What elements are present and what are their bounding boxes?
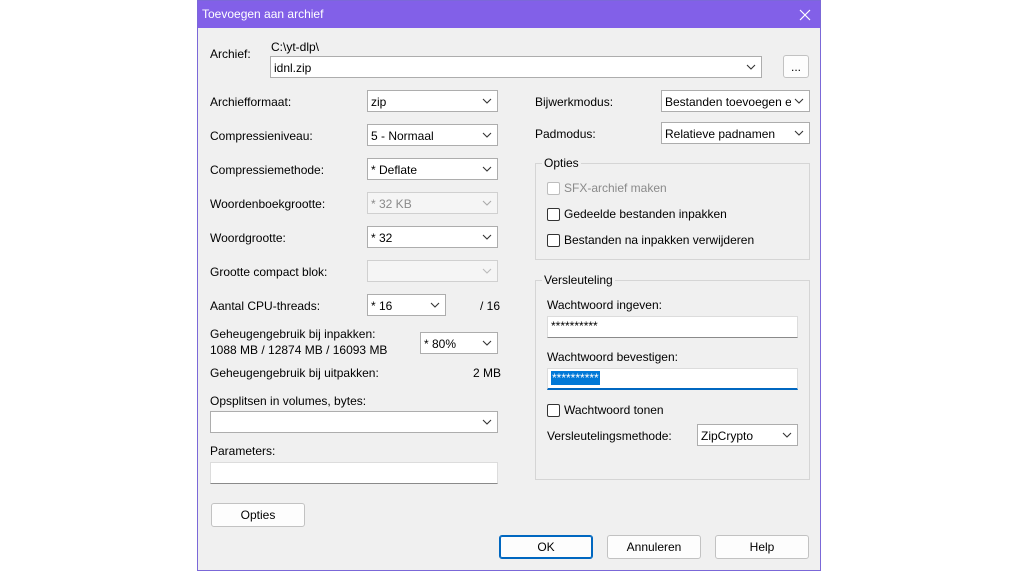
title-bar: Toevoegen aan archief (198, 1, 820, 28)
close-button[interactable] (790, 1, 820, 28)
format-value: zip (371, 95, 387, 109)
format-label: Archiefformaat: (210, 95, 292, 109)
encryption-method-value: ZipCrypto (701, 429, 754, 443)
word-combo[interactable]: * 32 (367, 226, 498, 248)
shared-files-checkbox[interactable]: Gedeelde bestanden inpakken (547, 207, 727, 221)
encryption-group-title: Versleuteling (542, 273, 615, 287)
path-mode-label: Padmodus: (535, 127, 596, 141)
chevron-down-icon (479, 333, 495, 353)
split-combo[interactable] (210, 411, 498, 433)
encryption-method-label: Versleutelingsmethode: (547, 429, 672, 443)
solid-combo[interactable] (367, 260, 498, 282)
chevron-down-icon (791, 123, 807, 143)
chevron-down-icon (791, 91, 807, 111)
show-password-checkbox[interactable]: Wachtwoord tonen (547, 403, 664, 417)
archive-label: Archief: (210, 47, 251, 61)
level-label: Compressieniveau: (210, 129, 313, 143)
options-group-title: Opties (542, 156, 581, 170)
params-label: Parameters: (210, 444, 276, 458)
chevron-down-icon (479, 91, 495, 111)
dict-value: * 32 KB (371, 197, 412, 211)
threads-value: * 16 (371, 299, 393, 313)
solid-label: Grootte compact blok: (210, 265, 328, 279)
chevron-down-icon (743, 57, 759, 77)
mem-pack-combo[interactable]: * 80% (420, 332, 498, 354)
format-combo[interactable]: zip (367, 90, 498, 112)
threads-max: / 16 (480, 299, 501, 313)
path-mode-value: Relatieve padnamen (665, 127, 776, 141)
sfx-label: SFX-archief maken (564, 181, 667, 195)
chevron-down-icon (479, 261, 495, 281)
options-button[interactable]: Opties (211, 503, 305, 527)
chevron-down-icon (479, 193, 495, 213)
mem-unpack-label: Geheugengebruik bij uitpakken: (210, 366, 379, 380)
delete-after-label: Bestanden na inpakken verwijderen (564, 233, 755, 247)
dict-combo[interactable]: * 32 KB (367, 192, 498, 214)
archive-path: C:\yt-dlp\ (271, 40, 320, 54)
chevron-down-icon (427, 295, 443, 315)
level-value: 5 - Normaal (371, 129, 434, 143)
cancel-button[interactable]: Annuleren (607, 535, 701, 559)
mem-pack-label: Geheugengebruik bij inpakken: (210, 327, 376, 341)
password-confirm-input[interactable]: ********** (547, 368, 798, 390)
level-combo[interactable]: 5 - Normaal (367, 124, 498, 146)
mem-pack-detail: 1088 MB / 12874 MB / 16093 MB (210, 343, 388, 357)
archive-name-combo[interactable]: idnl.zip (270, 56, 762, 78)
mem-pack-value: * 80% (424, 337, 457, 351)
password-value: ********** (551, 319, 598, 333)
chevron-down-icon (479, 227, 495, 247)
update-mode-value: Bestanden toevoegen en v (665, 95, 791, 109)
browse-button[interactable]: ... (783, 55, 809, 78)
dialog-title: Toevoegen aan archief (202, 7, 324, 21)
chevron-down-icon (479, 125, 495, 145)
dict-label: Woordenboekgrootte: (210, 197, 326, 211)
password-confirm-label: Wachtwoord bevestigen: (547, 350, 678, 364)
help-button[interactable]: Help (715, 535, 809, 559)
update-mode-label: Bijwerkmodus: (535, 95, 614, 109)
threads-combo[interactable]: * 16 (367, 294, 446, 316)
word-value: * 32 (371, 231, 393, 245)
password-confirm-value: ********** (551, 371, 600, 385)
show-password-label: Wachtwoord tonen (564, 403, 664, 417)
method-label: Compressiemethode: (210, 163, 325, 177)
threads-label: Aantal CPU-threads: (210, 299, 321, 313)
split-label: Opsplitsen in volumes, bytes: (210, 394, 367, 408)
update-mode-combo[interactable]: Bestanden toevoegen en v (661, 90, 810, 112)
method-combo[interactable]: * Deflate (367, 158, 498, 180)
ok-button[interactable]: OK (499, 535, 593, 559)
sfx-checkbox[interactable]: SFX-archief maken (547, 181, 667, 195)
chevron-down-icon (479, 159, 495, 179)
path-mode-combo[interactable]: Relatieve padnamen (661, 122, 810, 144)
method-value: * Deflate (371, 163, 418, 177)
add-to-archive-dialog: Toevoegen aan archief Archief: C:\yt-dlp… (197, 0, 821, 571)
mem-unpack-value: 2 MB (473, 366, 502, 380)
password-input[interactable]: ********** (547, 316, 798, 338)
chevron-down-icon (779, 425, 795, 445)
encryption-method-combo[interactable]: ZipCrypto (697, 424, 798, 446)
password-label: Wachtwoord ingeven: (547, 298, 662, 312)
archive-name-value: idnl.zip (274, 61, 312, 75)
delete-after-checkbox[interactable]: Bestanden na inpakken verwijderen (547, 233, 754, 247)
chevron-down-icon (479, 412, 495, 432)
shared-files-label: Gedeelde bestanden inpakken (564, 207, 727, 221)
word-label: Woordgrootte: (210, 231, 286, 245)
close-icon (799, 9, 811, 20)
params-input[interactable] (210, 462, 498, 484)
